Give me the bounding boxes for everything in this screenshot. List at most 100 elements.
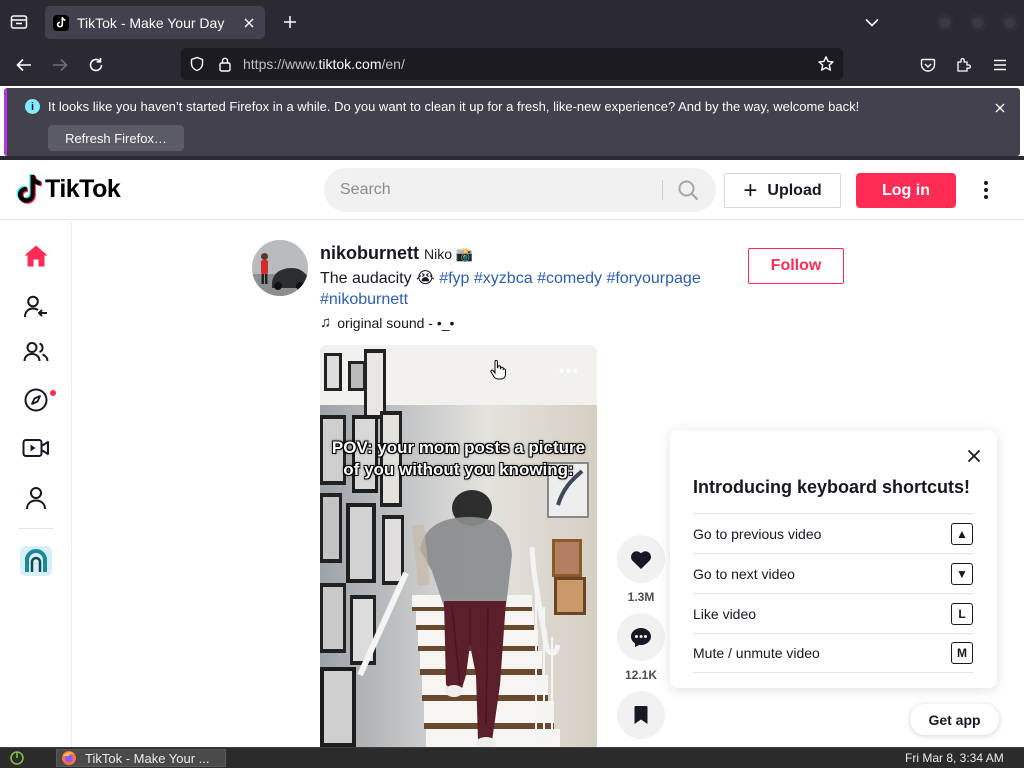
maximize-window-button[interactable] <box>969 13 987 31</box>
author-avatar[interactable] <box>252 240 308 296</box>
firefox-notification-bar: i It looks like you haven’t started Fire… <box>4 88 1020 156</box>
keyboard-shortcuts-panel: Introducing keyboard shortcuts! Go to pr… <box>670 430 997 688</box>
search-icon[interactable] <box>674 178 702 202</box>
browser-tab-bar: TikTok - Make Your Day <box>0 0 1024 44</box>
shortcuts-title: Introducing keyboard shortcuts! <box>693 477 971 497</box>
arrow-up-key-icon: ▲ <box>951 522 973 545</box>
like-count: 1.3M <box>627 590 655 604</box>
browser-nav-bar: https://www.tiktok.com/en/ <box>0 44 1024 86</box>
hamburger-menu-icon[interactable] <box>987 53 1013 77</box>
video-more-options-icon[interactable]: ••• <box>554 362 584 382</box>
caption-text: The audacity 😭 <box>320 270 435 287</box>
bookmark-icon <box>634 706 648 724</box>
hashtag-link[interactable]: #fyp <box>439 270 469 287</box>
bookmark-star-icon[interactable] <box>816 54 836 74</box>
url-host: tiktok.com <box>318 56 382 72</box>
upload-button[interactable]: + Upload <box>724 173 841 208</box>
hashtag-link[interactable]: #foryourpage <box>606 270 700 287</box>
get-app-button[interactable]: Get app <box>910 704 999 735</box>
profile-icon <box>26 487 46 510</box>
comment-count: 12.1K <box>624 668 658 682</box>
sidebar-item-for-you[interactable] <box>20 240 52 272</box>
close-notification-icon[interactable] <box>992 100 1008 116</box>
url-bar[interactable]: https://www.tiktok.com/en/ <box>181 48 843 80</box>
comment-button[interactable] <box>617 613 665 661</box>
home-icon <box>24 245 48 267</box>
info-icon: i <box>25 99 40 114</box>
sidebar-item-friends[interactable] <box>20 336 52 368</box>
shortcut-row: Go to next video ▼ <box>693 553 974 593</box>
minimize-window-button[interactable] <box>936 13 954 31</box>
effect-house-app-icon[interactable] <box>20 546 52 576</box>
taskbar-firefox-task[interactable]: TikTok - Make Your ... <box>56 749 226 767</box>
hashtag-link[interactable]: #xyzbca <box>474 270 533 287</box>
tracking-protection-shield-icon[interactable] <box>187 54 207 74</box>
url-text[interactable]: https://www.tiktok.com/en/ <box>243 56 816 72</box>
sound-link[interactable]: ♫ original sound - •_• <box>320 314 454 331</box>
taskbar-clock: Fri Mar 8, 3:34 AM <box>905 751 1004 765</box>
url-path: /en/ <box>381 56 405 72</box>
extensions-puzzle-icon[interactable] <box>951 53 977 77</box>
forward-arrow-icon[interactable] <box>47 53 73 77</box>
search-divider <box>662 180 663 200</box>
post-caption: The audacity 😭 #fyp #xyzbca #comedy #for… <box>320 268 740 310</box>
tiktok-logo[interactable]: TikTok <box>16 174 121 204</box>
sidebar-divider <box>18 528 54 529</box>
new-tab-icon[interactable] <box>280 12 300 32</box>
live-icon <box>22 439 49 457</box>
heart-icon <box>630 551 652 569</box>
like-button[interactable] <box>617 535 665 583</box>
notification-message: It looks like you haven’t started Firefo… <box>48 99 860 114</box>
list-all-tabs-icon[interactable] <box>8 11 30 33</box>
key-m-icon: M <box>951 642 973 664</box>
chevron-down-icon[interactable] <box>862 13 882 31</box>
system-menu-icon[interactable] <box>8 750 26 766</box>
url-scheme: https://www. <box>243 56 319 72</box>
video-frame-image <box>320 345 597 747</box>
tiktok-favicon-icon <box>53 14 69 31</box>
author-info[interactable]: nikoburnett Niko 📸 <box>320 243 473 264</box>
hashtag-link[interactable]: #comedy <box>537 270 602 287</box>
close-tab-icon[interactable] <box>241 15 257 31</box>
pocket-icon[interactable] <box>915 53 941 77</box>
sidebar-item-explore[interactable] <box>20 384 52 416</box>
shortcut-label: Go to next video <box>693 565 795 582</box>
follow-button[interactable]: Follow <box>748 248 844 284</box>
sidebar-item-profile[interactable] <box>20 482 52 514</box>
sidebar-item-following[interactable] <box>20 291 52 323</box>
sidebar-item-live[interactable] <box>20 432 52 464</box>
hand-cursor-icon <box>490 360 506 380</box>
search-input[interactable] <box>340 168 660 212</box>
explore-notification-dot <box>50 390 56 396</box>
video-overlay-text: POV: your mom posts a picture of you wit… <box>331 438 586 479</box>
save-button[interactable] <box>617 691 665 739</box>
shortcut-label: Like video <box>693 605 757 622</box>
login-button[interactable]: Log in <box>856 173 956 208</box>
key-l-icon: L <box>951 602 973 625</box>
hashtag-link[interactable]: #nikoburnett <box>320 291 408 308</box>
video-player[interactable] <box>320 345 597 747</box>
tab-title: TikTok - Make Your Day <box>77 14 225 31</box>
shortcut-row: Go to previous video ▲ <box>693 513 974 553</box>
plus-icon: + <box>743 176 758 204</box>
close-icon[interactable] <box>964 446 984 466</box>
logo-wordmark: TikTok <box>45 174 121 203</box>
author-nickname: Niko 📸 <box>424 246 474 262</box>
back-arrow-icon[interactable] <box>11 53 37 77</box>
author-username[interactable]: nikoburnett <box>320 243 419 264</box>
music-note-icon: ♫ <box>320 314 332 331</box>
sound-title: original sound - •_• <box>337 314 455 331</box>
reload-icon[interactable] <box>83 53 109 77</box>
os-taskbar: TikTok - Make Your ... Fri Mar 8, 3:34 A… <box>0 747 1024 768</box>
more-options-icon[interactable] <box>976 178 996 202</box>
lock-icon[interactable] <box>215 54 235 74</box>
following-icon <box>24 295 47 318</box>
refresh-firefox-button[interactable]: Refresh Firefox… <box>48 125 184 151</box>
browser-tab[interactable]: TikTok - Make Your Day <box>45 6 265 39</box>
arrow-down-key-icon: ▼ <box>951 562 973 585</box>
taskbar-task-label: TikTok - Make Your ... <box>85 750 210 766</box>
friends-icon <box>23 342 49 362</box>
search-bar <box>324 168 716 212</box>
close-window-button[interactable] <box>1001 13 1019 31</box>
firefox-icon <box>62 751 76 765</box>
